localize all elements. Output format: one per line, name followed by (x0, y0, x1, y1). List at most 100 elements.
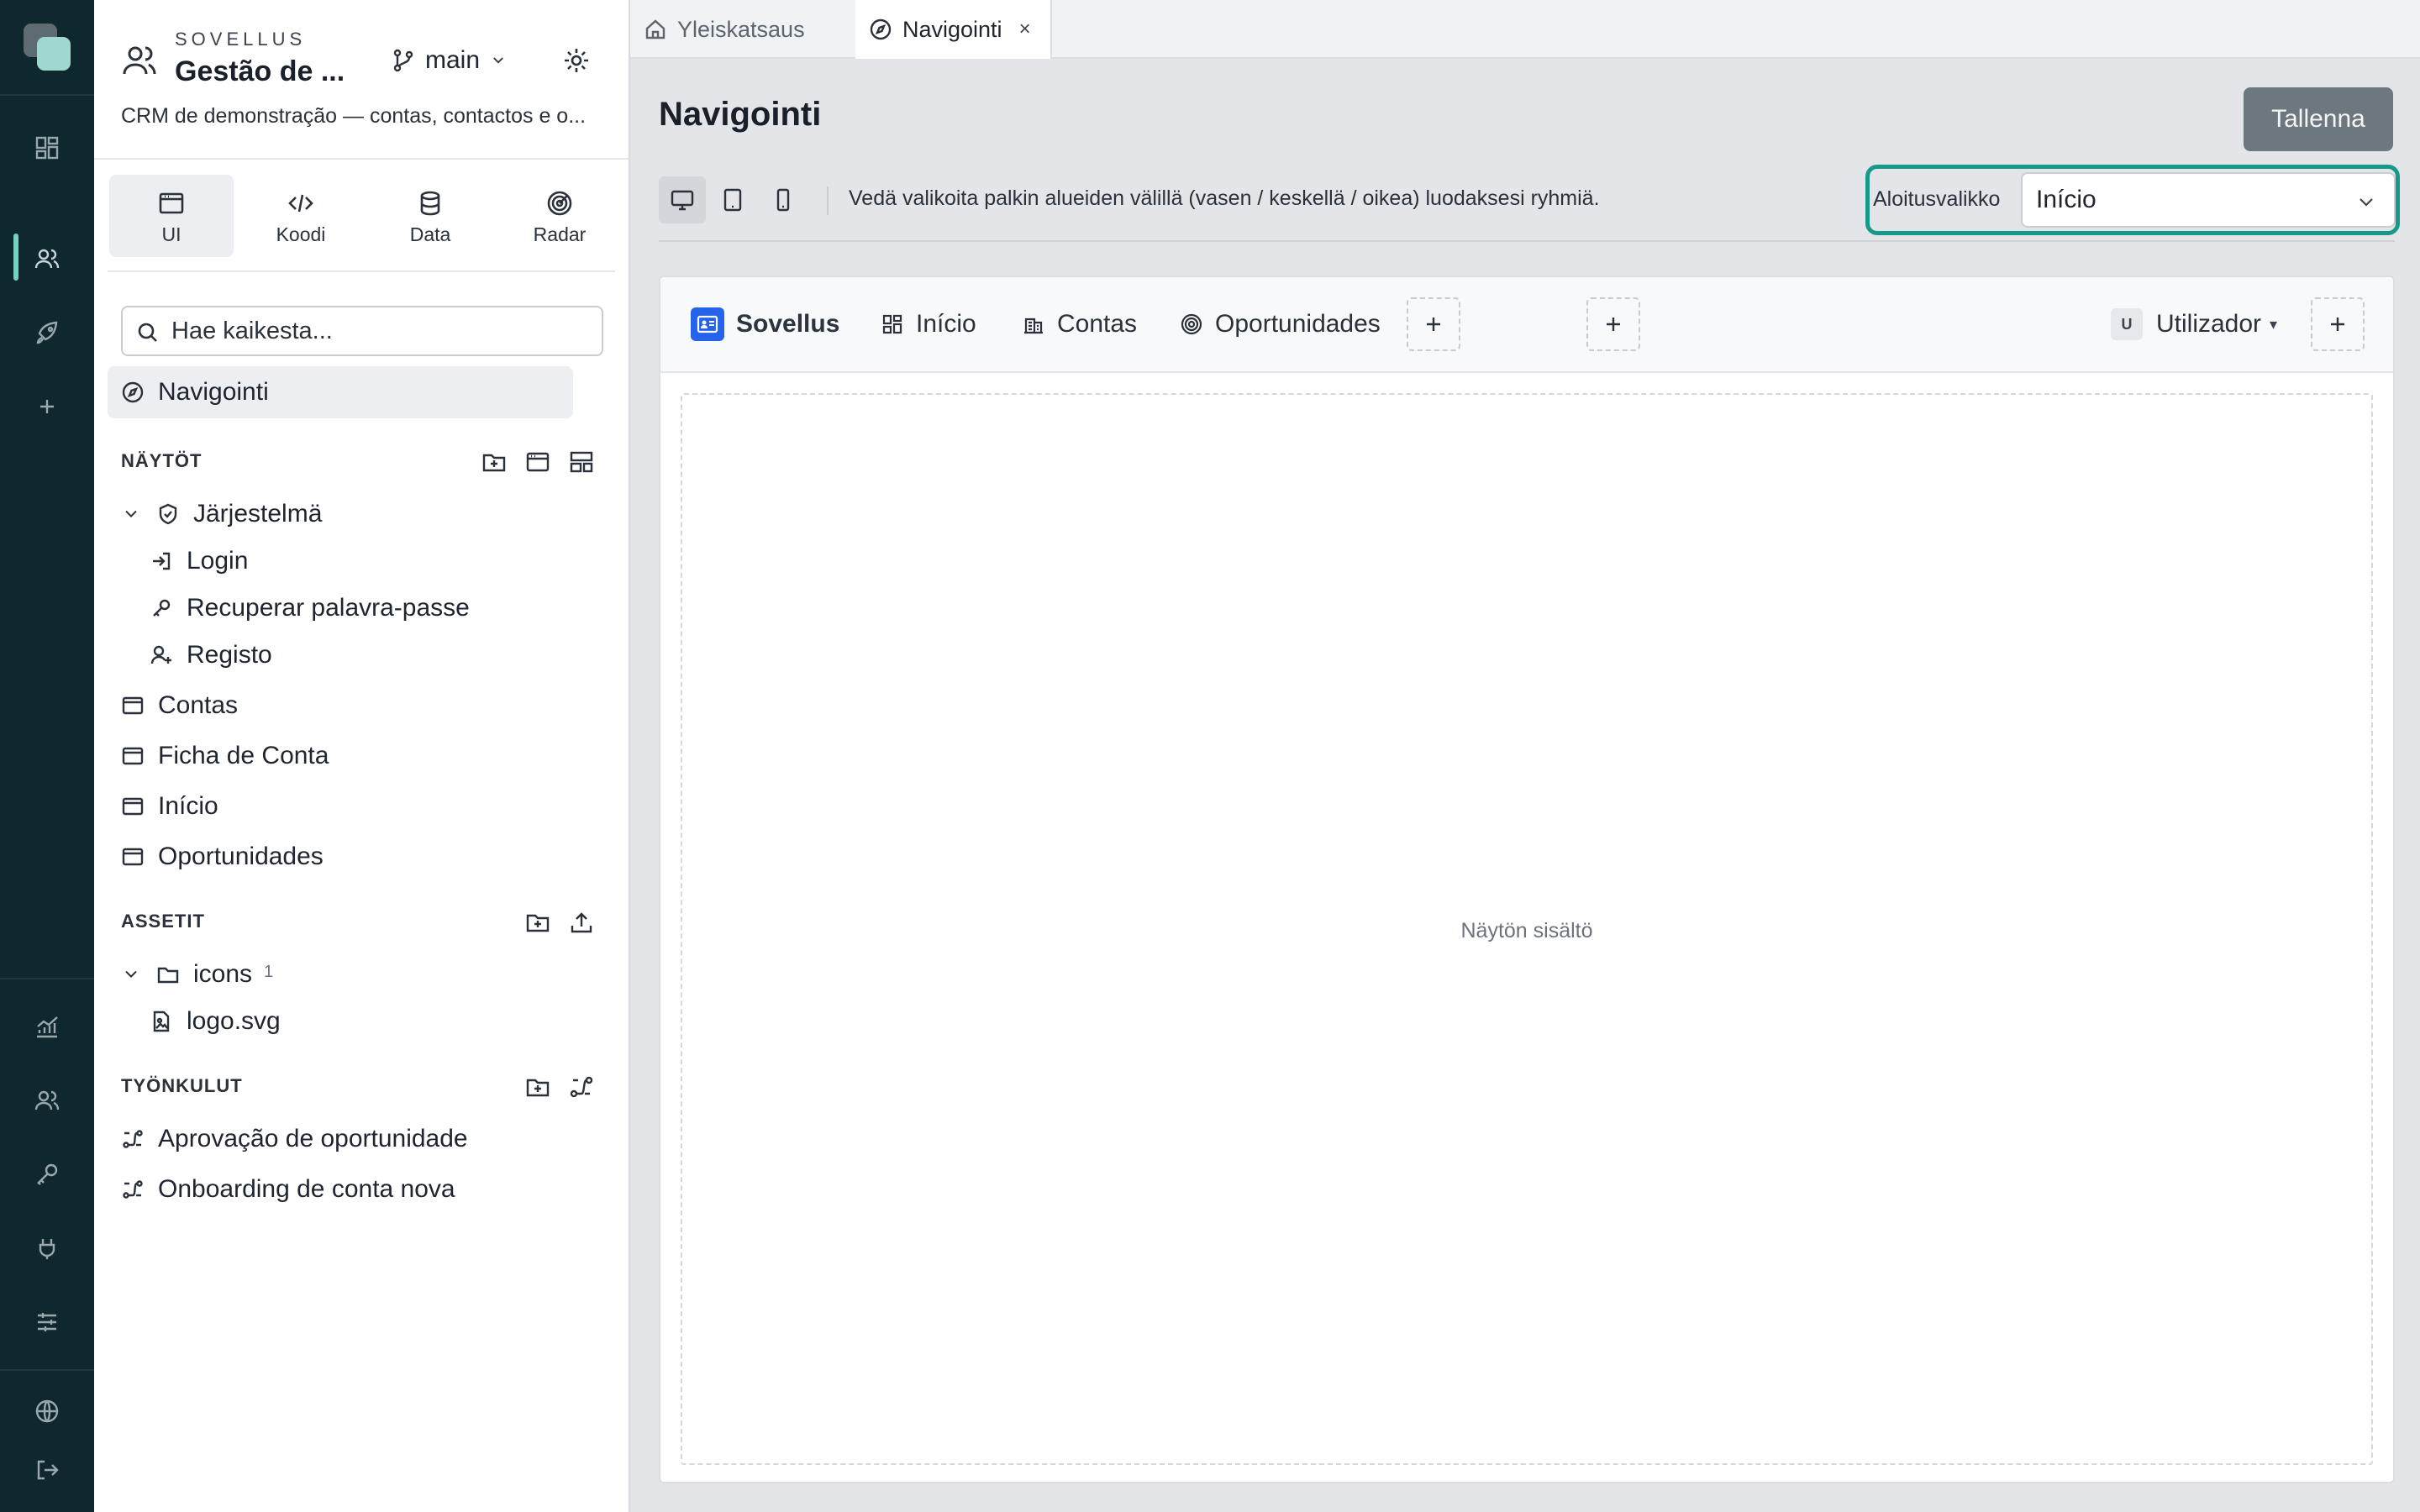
compass-icon (122, 381, 144, 403)
key-icon[interactable] (30, 1158, 64, 1191)
home-icon (645, 19, 666, 39)
nav-brand[interactable]: Sovellus (691, 306, 839, 343)
tab-label: Radar (533, 223, 587, 245)
tree-item-screen[interactable]: Início (121, 788, 218, 825)
workflow-icon[interactable] (568, 1074, 595, 1100)
users-icon[interactable] (30, 242, 64, 276)
nav-menu-item-label: Contas (1057, 310, 1138, 338)
desktop-preview-button[interactable] (659, 176, 706, 223)
icon-rail (0, 0, 94, 1512)
add-right-item-button[interactable] (2311, 297, 2365, 351)
tree-folder-icons[interactable]: icons 1 (121, 956, 273, 993)
app-kicker: SOVELLUS (175, 29, 307, 50)
start-menu-select[interactable]: Início (2021, 172, 2396, 228)
branch-selector[interactable]: main (390, 42, 508, 79)
nav-menu-item-contas[interactable]: Contas (1022, 306, 1137, 343)
sliders-icon[interactable] (30, 1305, 64, 1339)
tab-code[interactable]: Koodi (239, 175, 363, 257)
gear-icon (565, 49, 588, 72)
nav-item-navigation[interactable]: Navigointi (108, 366, 573, 418)
save-button[interactable]: Tallenna (2244, 87, 2393, 151)
new-folder-icon[interactable] (524, 909, 551, 936)
tablet-preview-button[interactable] (709, 176, 756, 223)
upload-icon[interactable] (568, 909, 595, 936)
screen-icon (122, 797, 144, 816)
toolbar-divider (827, 186, 829, 215)
new-folder-icon[interactable] (481, 449, 508, 475)
tree-item-screen[interactable]: Oportunidades (121, 838, 324, 875)
tree-item-label: Registo (187, 641, 272, 669)
tree-item-label: Oportunidades (158, 843, 324, 870)
screen-content-placeholder: Näytön sisältö (681, 393, 2373, 1465)
dashboard-icon[interactable] (30, 131, 64, 165)
tab-data[interactable]: Data (368, 175, 492, 257)
search-input[interactable] (170, 314, 590, 348)
settings-button[interactable] (558, 42, 595, 79)
new-screen-icon[interactable] (524, 449, 551, 475)
tree-workflow-label: Onboarding de conta nova (158, 1175, 455, 1203)
tree-workflow[interactable]: Aprovação de oportunidade (121, 1121, 468, 1158)
tree-item-label: Ficha de Conta (158, 742, 329, 769)
add-center-item-button[interactable] (1586, 297, 1640, 351)
mode-tabs: UI Koodi Data Radar (108, 171, 615, 272)
tree-item-screen[interactable]: Contas (121, 687, 238, 724)
folder-count-badge: 1 (264, 962, 274, 981)
tree-item-recover-password[interactable]: Recuperar palavra-passe (150, 590, 470, 627)
globe-icon[interactable] (30, 1394, 64, 1428)
tree-item-login[interactable]: Login (150, 543, 248, 580)
analytics-icon[interactable] (30, 1010, 64, 1043)
rocket-icon[interactable] (30, 316, 64, 349)
start-menu-field: Aloitusvalikko Início (1865, 165, 2400, 235)
tab-ui[interactable]: UI (109, 175, 234, 257)
tree-group-label: Järjestelmä (193, 500, 323, 528)
screen-icon (122, 696, 144, 715)
nav-menu-item-inicio[interactable]: Início (881, 306, 976, 343)
add-icon[interactable] (30, 390, 64, 423)
tree-file-label: logo.svg (187, 1007, 281, 1035)
section-title-assets: ASSETIT (121, 911, 205, 932)
user-menu[interactable]: U Utilizador ▾ (2111, 306, 2277, 343)
chevron-down-icon (2360, 198, 2373, 207)
tree-group-system[interactable]: Järjestelmä (121, 496, 322, 533)
new-folder-icon[interactable] (524, 1074, 551, 1100)
tree-item-screen[interactable]: Ficha de Conta (121, 738, 329, 774)
navigation-toolbar: Vedä valikoita palkin alueiden välillä (… (659, 165, 2400, 242)
add-left-item-button[interactable] (1407, 297, 1460, 351)
radar-icon (547, 191, 572, 216)
plus-icon (1427, 318, 1440, 331)
tab-label: Yleiskatsaus (677, 16, 805, 42)
layout-template-icon[interactable] (568, 449, 595, 475)
project-panel: SOVELLUS Gestão de ... main CRM de demon… (94, 0, 630, 1512)
tab-overview[interactable]: Yleiskatsaus (644, 0, 845, 59)
mobile-icon (776, 188, 790, 212)
team-icon[interactable] (30, 1084, 64, 1117)
screen-icon (122, 848, 144, 866)
assets-actions (524, 909, 595, 936)
caret-down-icon: ▾ (2270, 315, 2278, 333)
nav-item-label: Navigointi (158, 378, 269, 406)
tree-workflow[interactable]: Onboarding de conta nova (121, 1171, 455, 1208)
tab-navigation[interactable]: Navigointi × (855, 0, 1052, 59)
logout-icon[interactable] (30, 1453, 64, 1487)
app-logo[interactable] (24, 24, 71, 71)
nav-menu-item-oportunidades[interactable]: Oportunidades (1180, 306, 1381, 343)
tree-file-logo[interactable]: logo.svg (150, 1003, 281, 1040)
chevron-down-icon (125, 510, 137, 518)
tab-label: Koodi (276, 223, 326, 245)
mobile-preview-button[interactable] (760, 176, 807, 223)
tab-radar[interactable]: Radar (497, 175, 622, 257)
rail-active-indicator (13, 234, 18, 281)
image-file-icon (153, 1011, 170, 1032)
page-title: Navigointi (659, 96, 822, 133)
screens-actions (481, 449, 595, 475)
avatar: U (2111, 308, 2143, 340)
plus-icon (2331, 318, 2344, 331)
workflow-icon (123, 1180, 143, 1199)
tree-item-label: Login (187, 547, 249, 575)
plug-icon[interactable] (30, 1231, 64, 1265)
database-icon (420, 191, 440, 216)
compass-icon (870, 18, 892, 40)
tree-item-register[interactable]: Registo (150, 637, 272, 674)
tree-item-label: Contas (158, 691, 239, 719)
close-icon[interactable]: × (1019, 18, 1031, 41)
